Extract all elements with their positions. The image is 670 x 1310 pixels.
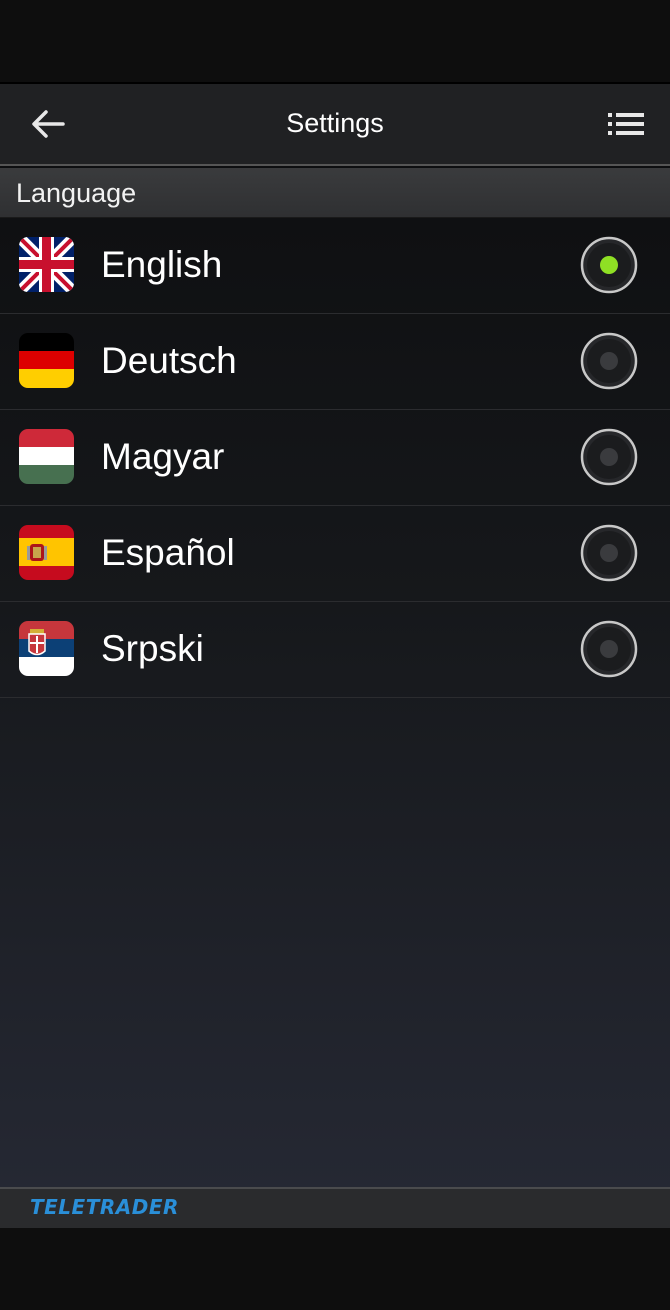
teletrader-logo: TELETRADER xyxy=(30,1195,179,1219)
germany-flag-icon xyxy=(19,333,74,388)
language-row-magyar[interactable]: Magyar xyxy=(0,410,670,506)
radio-button-selected[interactable] xyxy=(580,236,638,294)
list-icon xyxy=(608,113,644,135)
toolbar: Settings xyxy=(0,82,670,166)
system-nav-bar xyxy=(0,1228,670,1310)
language-label: Español xyxy=(101,532,235,573)
serbia-flag-icon xyxy=(19,621,74,676)
language-row-srpski[interactable]: Srpski xyxy=(0,602,670,698)
language-label: Magyar xyxy=(101,436,225,477)
radio-button[interactable] xyxy=(580,620,638,678)
hungary-flag-icon xyxy=(19,429,74,484)
radio-button[interactable] xyxy=(580,428,638,486)
footer-bar: TELETRADER xyxy=(0,1187,670,1228)
radio-button[interactable] xyxy=(580,332,638,390)
page-title: Settings xyxy=(286,108,384,138)
radio-button[interactable] xyxy=(580,524,638,582)
language-row-deutsch[interactable]: Deutsch xyxy=(0,314,670,410)
language-label: English xyxy=(101,244,223,285)
language-label: Deutsch xyxy=(101,340,237,381)
section-header: Language xyxy=(0,168,670,218)
spain-flag-icon xyxy=(19,525,74,580)
uk-flag-icon xyxy=(19,237,74,292)
language-list: English Deutsch Magyar Español Srpski xyxy=(0,218,670,1188)
menu-button[interactable] xyxy=(600,102,652,146)
language-row-espanol[interactable]: Español xyxy=(0,506,670,602)
language-row-english[interactable]: English xyxy=(0,218,670,314)
status-bar xyxy=(0,0,670,82)
language-label: Srpski xyxy=(101,628,204,669)
section-title: Language xyxy=(16,178,137,208)
